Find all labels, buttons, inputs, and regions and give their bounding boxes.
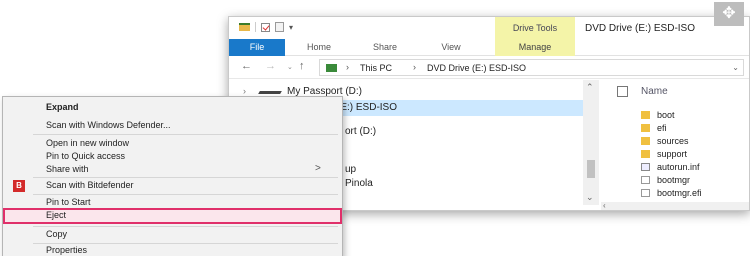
file-row-efi[interactable]: efi	[641, 123, 749, 135]
menu-item-scan-bitdefender[interactable]: B Scan with Bitdefender	[3, 179, 342, 193]
scroll-down-icon[interactable]: ⌄	[586, 192, 594, 203]
menu-divider	[33, 134, 338, 135]
drive-tools-context-tab: Drive Tools	[495, 17, 575, 39]
customize-dropdown-icon[interactable]: ▾	[289, 23, 293, 32]
menu-divider	[33, 177, 338, 178]
properties-check-icon[interactable]	[261, 22, 270, 32]
breadcrumb-separator[interactable]: ›	[346, 62, 349, 72]
bitdefender-icon: B	[13, 180, 25, 192]
scroll-up-icon[interactable]: ⌃	[586, 82, 594, 93]
menu-item-label: Eject	[46, 210, 67, 220]
recent-locations-chevron-icon[interactable]: ⌄	[287, 63, 293, 71]
navigation-bar: ← → ⌄ ↑ › This PC › DVD Drive (E:) ESD-I…	[229, 57, 749, 79]
file-name: bootmgr.efi	[657, 188, 702, 198]
tab-share[interactable]: Share	[363, 39, 407, 56]
folder-icon	[641, 111, 650, 119]
breadcrumb-separator[interactable]: ›	[413, 62, 416, 72]
file-name: boot	[657, 110, 675, 120]
menu-item-properties[interactable]: Properties	[3, 244, 342, 256]
settings-file-icon	[641, 163, 650, 171]
file-name: bootmgr	[657, 175, 691, 185]
file-row-bootmgr-efi[interactable]: bootmgr.efi	[641, 188, 749, 200]
menu-item-share-with[interactable]: Share with >	[3, 163, 342, 177]
tab-home[interactable]: Home	[297, 39, 341, 56]
folder-icon	[641, 150, 650, 158]
submenu-arrow-icon: >	[315, 163, 321, 174]
divider	[255, 22, 256, 32]
tab-file[interactable]: File	[229, 39, 285, 56]
column-header-name[interactable]: Name	[641, 86, 668, 97]
tree-item-partial[interactable]: Pinola	[345, 178, 373, 189]
menu-item-pin-quick-access[interactable]: Pin to Quick access	[3, 150, 342, 164]
menu-item-open-new-window[interactable]: Open in new window	[3, 137, 342, 151]
scroll-left-icon[interactable]: ‹	[603, 201, 606, 210]
menu-item-label: Scan with Bitdefender	[46, 180, 134, 190]
menu-divider	[33, 194, 338, 195]
menu-item-label: Scan with Windows Defender...	[46, 120, 171, 130]
file-row-sources[interactable]: sources	[641, 136, 749, 148]
folder-icon	[641, 137, 650, 145]
address-dropdown-icon[interactable]: ⌄	[732, 63, 739, 72]
forward-arrow-icon[interactable]: →	[265, 60, 276, 72]
file-row-boot[interactable]: boot	[641, 110, 749, 122]
menu-divider	[33, 226, 338, 227]
up-arrow-icon[interactable]: ↑	[299, 60, 305, 72]
menu-item-label: Copy	[46, 229, 68, 239]
file-name: support	[657, 149, 688, 159]
file-icon	[641, 176, 650, 184]
drive-icon	[326, 64, 337, 72]
tree-item-partial[interactable]: up	[345, 164, 356, 175]
expand-chevron-icon[interactable]: ›	[243, 86, 246, 96]
file-list: Name boot efi sources support autorun.in…	[601, 80, 749, 210]
tab-manage[interactable]: Manage	[495, 39, 575, 56]
menu-item-label: Open in new window	[46, 138, 130, 148]
file-name: autorun.inf	[657, 162, 700, 172]
menu-item-label: Pin to Quick access	[46, 151, 126, 161]
menu-item-scan-windows-defender[interactable]: Scan with Windows Defender...	[3, 119, 342, 133]
external-drive-icon	[258, 91, 282, 94]
menu-item-label: Pin to Start	[46, 197, 91, 207]
tab-view[interactable]: View	[429, 39, 473, 56]
file-row-bootmgr[interactable]: bootmgr	[641, 175, 749, 187]
move-icon: ✥	[714, 2, 744, 26]
file-name: sources	[657, 136, 689, 146]
tree-item-partial[interactable]: ort (D:)	[345, 126, 376, 137]
new-folder-icon[interactable]	[275, 22, 284, 32]
breadcrumb-this-pc[interactable]: This PC	[360, 63, 392, 73]
file-row-support[interactable]: support	[641, 149, 749, 161]
menu-item-label: Expand	[46, 102, 79, 112]
window-title: DVD Drive (E:) ESD-ISO	[585, 23, 696, 34]
file-row-autorun[interactable]: autorun.inf	[641, 162, 749, 174]
title-bar: ▾ Drive Tools DVD Drive (E:) ESD-ISO	[229, 17, 749, 39]
navigation-pane-scrollbar[interactable]: ⌃ ⌄	[583, 80, 599, 205]
folder-icon	[641, 124, 650, 132]
back-arrow-icon[interactable]: ←	[241, 60, 252, 72]
menu-item-expand[interactable]: Expand	[3, 101, 342, 115]
horizontal-scrollbar[interactable]: ‹	[601, 201, 749, 210]
address-bar[interactable]: › This PC › DVD Drive (E:) ESD-ISO ⌄	[319, 59, 744, 76]
file-name: efi	[657, 123, 667, 133]
menu-item-eject[interactable]: Eject	[3, 208, 342, 224]
menu-item-label: Properties	[46, 245, 88, 255]
quick-access-toolbar: ▾	[239, 22, 293, 32]
breadcrumb-dvd-drive[interactable]: DVD Drive (E:) ESD-ISO	[427, 63, 526, 73]
select-all-checkbox[interactable]	[617, 86, 628, 97]
menu-item-copy[interactable]: Copy	[3, 228, 342, 242]
menu-item-label: Share with	[46, 164, 89, 174]
file-icon	[641, 189, 650, 197]
context-menu: Expand Scan with Windows Defender... Ope…	[2, 96, 343, 256]
ribbon-tabs: File Home Share View Manage	[229, 39, 749, 56]
folder-icon[interactable]	[239, 23, 250, 31]
scrollbar-thumb[interactable]	[587, 160, 595, 178]
